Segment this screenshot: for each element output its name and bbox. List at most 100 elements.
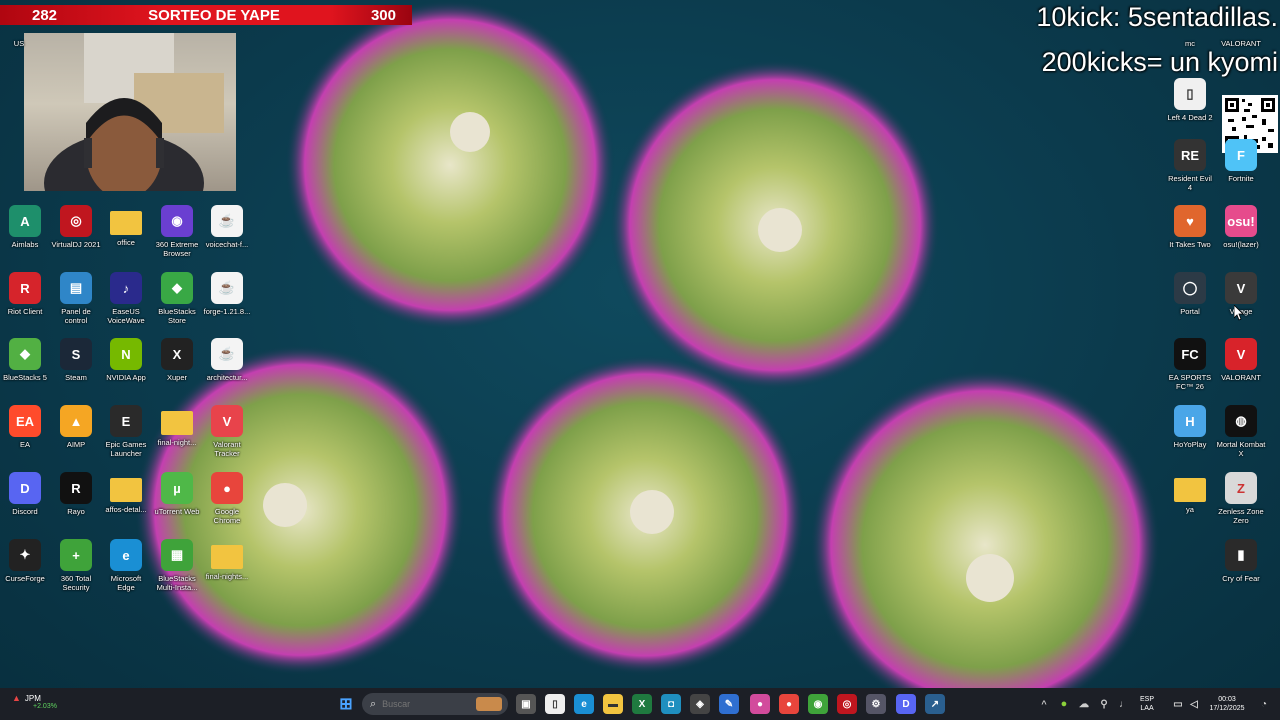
desktop-icon[interactable]: FC EA SPORTS FC™ 26	[1165, 338, 1215, 391]
settings-gear-icon[interactable]: ⚙	[866, 694, 886, 714]
desktop-icon[interactable]: S Steam	[51, 338, 101, 382]
nvidia-icon: N	[110, 338, 142, 370]
discord-taskbar-icon[interactable]: D	[896, 694, 916, 714]
desktop-icon-label: 360 Total Security	[60, 574, 92, 592]
desktop-icon[interactable]: ▮ Cry of Fear	[1216, 539, 1266, 583]
desktop-icon[interactable]: D Discord	[0, 472, 50, 516]
zenless-icon: Z	[1225, 472, 1257, 504]
desktop-icon-mc-label: mc	[1185, 39, 1195, 48]
desktop-icon[interactable]: RE Resident Evil 4	[1165, 139, 1215, 192]
it-takes-two-icon: ♥	[1174, 205, 1206, 237]
app-icon-1[interactable]: ◈	[690, 694, 710, 714]
taskbar-search[interactable]: ⌕	[362, 693, 508, 715]
desktop-icon[interactable]: ◆ BlueStacks Store	[152, 272, 202, 325]
microphone-icon[interactable]: ♩	[1114, 694, 1134, 714]
store-icon[interactable]: ◘	[661, 694, 681, 714]
desktop-icon[interactable]: ▦ BlueStacks Multi-Insta...	[152, 539, 202, 592]
desktop-icon[interactable]: final-night...	[152, 405, 202, 447]
app-icon-4[interactable]: ◎	[837, 694, 857, 714]
desktop-icon-label: BlueStacks 5	[3, 373, 47, 382]
desktop-icon-label: forge-1.21.8...	[203, 307, 251, 316]
desktop-icon[interactable]: E Epic Games Launcher	[101, 405, 151, 458]
app-icon-2[interactable]: ✎	[719, 694, 739, 714]
excel-icon[interactable]: X	[632, 694, 652, 714]
epic-games-icon: E	[110, 405, 142, 437]
browser-taskbar-icon[interactable]: ◉	[808, 694, 828, 714]
desktop-icon-left4dead[interactable]: ▯ Left 4 Dead 2	[1165, 78, 1215, 122]
file-icon[interactable]: ▯	[545, 694, 565, 714]
desktop-icon[interactable]: ♪ EaseUS VoiceWave	[101, 272, 151, 325]
desktop-icon[interactable]: ◯ Portal	[1165, 272, 1215, 316]
desktop-icon[interactable]: ✦ CurseForge	[0, 539, 50, 583]
ea-icon: EA	[9, 405, 41, 437]
task-view-icon[interactable]: ▣	[516, 694, 536, 714]
desktop-icon[interactable]: final-nights...	[202, 539, 252, 581]
desktop-icon-label: EaseUS VoiceWave	[107, 307, 145, 325]
desktop-icon[interactable]: ◍ Mortal Kombat X	[1216, 405, 1266, 458]
java-file-icon: ☕	[211, 205, 243, 237]
stock-widget[interactable]: ▲ JPM +2.03%	[12, 693, 82, 710]
language-indicator[interactable]: ESP LAA	[1140, 695, 1154, 713]
edge-taskbar-icon[interactable]: e	[574, 694, 594, 714]
desktop-icon[interactable]: ♥ It Takes Two	[1165, 205, 1215, 249]
desktop-icon-label: architectur...	[206, 373, 248, 382]
desktop-icon[interactable]: ya	[1165, 472, 1215, 514]
notification-bell-icon[interactable]: ◔	[1254, 694, 1274, 714]
desktop-icon[interactable]: ◉ 360 Extreme Browser	[152, 205, 202, 258]
tray-icon-1[interactable]: ●	[1054, 694, 1074, 714]
desktop-icon[interactable]: N NVIDIA App	[101, 338, 151, 382]
app-icon-3[interactable]: ●	[750, 694, 770, 714]
desktop-icon[interactable]: ☕ forge-1.21.8...	[202, 272, 252, 316]
desktop-icon-label: office	[117, 238, 135, 247]
desktop-icon[interactable]: V Valorant Tracker	[202, 405, 252, 458]
file-explorer-icon[interactable]: ▬	[603, 694, 623, 714]
desktop-icon[interactable]: ◎ VirtualDJ 2021	[51, 205, 101, 249]
clock[interactable]: 00:03 17/12/2025	[1204, 695, 1250, 713]
banner-left-count: 282	[32, 6, 58, 24]
desktop-icon-label: EA SPORTS FC™ 26	[1168, 373, 1212, 391]
desktop-icon[interactable]: R Riot Client	[0, 272, 50, 316]
app-icon-5[interactable]: ↗	[925, 694, 945, 714]
desktop-icon-label: Valorant Tracker	[213, 440, 241, 458]
desktop-icon[interactable]: ● Google Chrome	[202, 472, 252, 525]
desktop-icon[interactable]: affos-detal...	[101, 472, 151, 514]
desktop-icon-label: BlueStacks Multi-Insta...	[156, 574, 198, 592]
desktop-icon[interactable]: office	[101, 205, 151, 247]
360-browser-icon: ◉	[161, 205, 193, 237]
desktop-icon[interactable]: ▲ AIMP	[51, 405, 101, 449]
desktop-icon-mc[interactable]: mc	[1165, 36, 1215, 48]
partial-icon-us[interactable]: US	[4, 36, 34, 48]
desktop-icon-label: affos-detal...	[105, 505, 147, 514]
desktop-icon[interactable]: V VALORANT	[1216, 338, 1266, 382]
desktop-icon[interactable]: ◆ BlueStacks 5	[0, 338, 50, 382]
desktop-icon[interactable]: EA EA	[0, 405, 50, 449]
search-input[interactable]	[382, 699, 463, 709]
desktop-icon[interactable]: µ uTorrent Web	[152, 472, 202, 516]
desktop-icon[interactable]: ☕ voicechat-f...	[202, 205, 252, 249]
folder-icon	[1174, 478, 1206, 502]
desktop-icon-valorant-top-label: VALORANT	[1221, 39, 1261, 48]
tray-icon-3[interactable]: ⚲	[1094, 694, 1114, 714]
search-highlight-icon	[476, 697, 502, 711]
chrome-taskbar-icon[interactable]: ●	[779, 694, 799, 714]
desktop-icon[interactable]: R Rayo	[51, 472, 101, 516]
desktop-icon-valorant-top[interactable]: VALORANT	[1216, 36, 1266, 48]
desktop-icon[interactable]: H HoYoPlay	[1165, 405, 1215, 449]
desktop-icon[interactable]: ▤ Panel de control	[51, 272, 101, 325]
clock-date: 17/12/2025	[1209, 705, 1245, 712]
desktop-icon[interactable]: A Aimlabs	[0, 205, 50, 249]
volume-icon[interactable]: ◁	[1184, 694, 1204, 714]
desktop-icon-label: EA	[19, 440, 30, 449]
desktop-icon[interactable]: F Fortnite	[1216, 139, 1266, 183]
windows-start-icon[interactable]: ⊞	[336, 694, 356, 714]
desktop-icon[interactable]: Z Zenless Zone Zero	[1216, 472, 1266, 525]
clock-time: 00:03	[1218, 696, 1236, 703]
desktop-icon[interactable]: +360 Total Security	[51, 539, 101, 592]
desktop-icon[interactable]: X Xuper	[152, 338, 202, 382]
tray-icon-2[interactable]: ☁	[1074, 694, 1094, 714]
desktop-icon[interactable]: e Microsoft Edge	[101, 539, 151, 592]
desktop-icon[interactable]: osu! osu!(lazer)	[1216, 205, 1266, 249]
chevron-up-icon[interactable]: ^	[1034, 694, 1054, 714]
discord-icon: D	[9, 472, 41, 504]
desktop-icon[interactable]: ☕ architectur...	[202, 338, 252, 382]
